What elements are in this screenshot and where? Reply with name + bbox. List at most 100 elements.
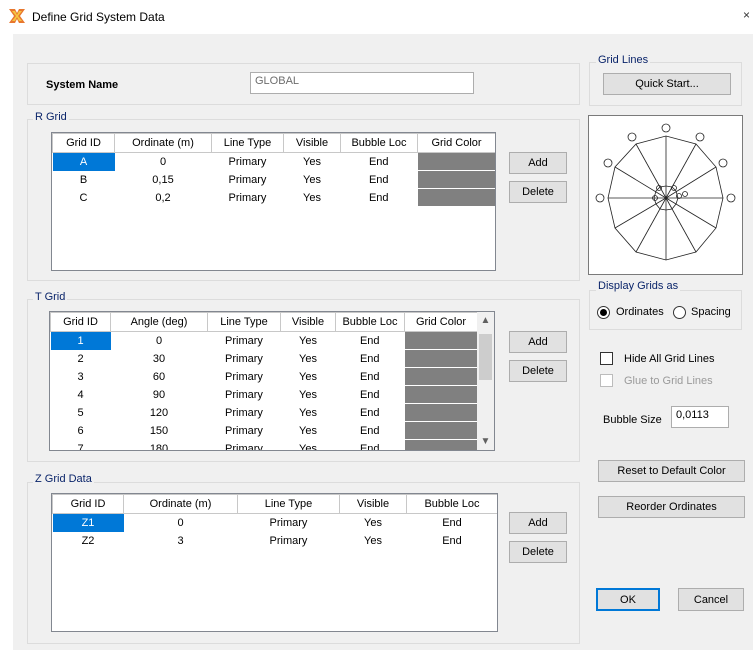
cell-line-type[interactable]: Primary <box>238 532 340 550</box>
table-row[interactable]: Z2 3 Primary Yes End <box>53 532 498 550</box>
col-header[interactable]: Grid ID <box>50 312 111 332</box>
cell-grid-id[interactable]: Z1 <box>52 513 124 532</box>
cell-visible[interactable]: Yes <box>281 368 336 386</box>
cell-line-type[interactable]: Primary <box>208 368 281 386</box>
ordinates-radio[interactable] <box>597 306 610 319</box>
cell-visible[interactable]: Yes <box>281 386 336 404</box>
col-header[interactable]: Bubble Loc <box>340 133 418 153</box>
r-grid-table[interactable]: Grid ID Ordinate (m) Line Type Visible B… <box>51 132 496 271</box>
cell-grid-color[interactable] <box>404 421 478 440</box>
cell-grid-color[interactable] <box>417 188 495 207</box>
bubble-size-field[interactable]: 0,0113 <box>671 406 729 428</box>
cell-grid-color[interactable] <box>404 403 478 422</box>
cell-bubble-loc[interactable]: End <box>336 332 405 350</box>
cell-grid-id[interactable]: 2 <box>51 350 111 368</box>
col-header[interactable]: Bubble Loc <box>406 494 497 514</box>
cell-ordinate[interactable]: 0,2 <box>115 189 212 207</box>
table-row[interactable]: 4 90 Primary Yes End <box>51 385 478 404</box>
col-header[interactable]: Line Type <box>237 494 340 514</box>
cell-bubble-loc[interactable]: End <box>341 171 418 189</box>
cell-grid-color[interactable] <box>404 385 478 404</box>
cell-angle[interactable]: 120 <box>111 404 208 422</box>
col-header[interactable]: Line Type <box>211 133 284 153</box>
cell-grid-color[interactable] <box>404 349 478 368</box>
cell-angle[interactable]: 90 <box>111 386 208 404</box>
table-row[interactable]: C 0,2 Primary Yes End <box>53 188 495 207</box>
cell-bubble-loc[interactable]: End <box>407 514 498 532</box>
cell-angle[interactable]: 60 <box>111 368 208 386</box>
z-grid-delete-button[interactable]: Delete <box>509 541 567 563</box>
hide-all-grid-lines-checkbox[interactable] <box>600 352 613 365</box>
cell-bubble-loc[interactable]: End <box>336 422 405 440</box>
cell-grid-id[interactable]: 4 <box>51 386 111 404</box>
cell-line-type[interactable]: Primary <box>212 153 284 171</box>
cell-angle[interactable]: 0 <box>111 332 208 350</box>
cell-line-type[interactable]: Primary <box>208 350 281 368</box>
cell-bubble-loc[interactable]: End <box>407 532 498 550</box>
cell-grid-color[interactable] <box>404 439 478 450</box>
table-row[interactable]: A 0 Primary Yes End <box>52 152 495 171</box>
cell-grid-id[interactable]: C <box>53 189 115 207</box>
cell-grid-id[interactable]: A <box>52 152 115 171</box>
spacing-radio[interactable] <box>673 306 686 319</box>
cell-grid-color[interactable] <box>417 152 495 171</box>
system-name-field[interactable]: GLOBAL <box>250 72 474 94</box>
cell-bubble-loc[interactable]: End <box>336 350 405 368</box>
cell-visible[interactable]: Yes <box>281 350 336 368</box>
cell-ordinate[interactable]: 0,15 <box>115 171 212 189</box>
quick-start-button[interactable]: Quick Start... <box>603 73 731 95</box>
cell-visible[interactable]: Yes <box>281 404 336 422</box>
col-header[interactable]: Grid ID <box>52 494 124 514</box>
cell-grid-id[interactable]: B <box>53 171 115 189</box>
col-header[interactable]: Ordinate (m) <box>123 494 238 514</box>
table-row[interactable]: Z1 0 Primary Yes End <box>52 513 498 532</box>
reset-default-color-button[interactable]: Reset to Default Color <box>598 460 745 482</box>
col-header[interactable]: Ordinate (m) <box>114 133 212 153</box>
cell-angle[interactable]: 150 <box>111 422 208 440</box>
cell-line-type[interactable]: Primary <box>208 332 281 350</box>
cell-grid-color[interactable] <box>417 170 495 189</box>
table-row[interactable]: 6 150 Primary Yes End <box>51 421 478 440</box>
cell-line-type[interactable]: Primary <box>212 171 284 189</box>
cell-angle[interactable]: 180 <box>111 440 208 451</box>
cell-line-type[interactable]: Primary <box>238 514 340 532</box>
table-row[interactable]: 1 0 Primary Yes End <box>50 331 478 350</box>
cell-visible[interactable]: Yes <box>284 189 341 207</box>
r-grid-delete-button[interactable]: Delete <box>509 181 567 203</box>
cell-grid-id[interactable]: 5 <box>51 404 111 422</box>
cell-ordinate[interactable]: 3 <box>124 532 238 550</box>
col-header[interactable]: Grid ID <box>52 133 115 153</box>
table-row[interactable]: B 0,15 Primary Yes End <box>53 170 495 189</box>
reorder-ordinates-button[interactable]: Reorder Ordinates <box>598 496 745 518</box>
cell-grid-color[interactable] <box>404 331 478 350</box>
z-grid-add-button[interactable]: Add <box>509 512 567 534</box>
cell-line-type[interactable]: Primary <box>208 440 281 451</box>
cell-grid-id[interactable]: 1 <box>50 331 111 350</box>
col-header[interactable]: Grid Color <box>404 312 478 332</box>
cell-line-type[interactable]: Primary <box>212 189 284 207</box>
r-grid-add-button[interactable]: Add <box>509 152 567 174</box>
col-header[interactable]: Visible <box>339 494 407 514</box>
cell-line-type[interactable]: Primary <box>208 422 281 440</box>
col-header[interactable]: Line Type <box>207 312 281 332</box>
table-row[interactable]: 2 30 Primary Yes End <box>51 349 478 368</box>
cell-grid-id[interactable]: 3 <box>51 368 111 386</box>
cell-grid-id[interactable]: Z2 <box>53 532 124 550</box>
scroll-thumb[interactable] <box>479 334 492 380</box>
cell-grid-id[interactable]: 6 <box>51 422 111 440</box>
z-grid-table[interactable]: Grid ID Ordinate (m) Line Type Visible B… <box>51 493 498 632</box>
cell-bubble-loc[interactable]: End <box>336 386 405 404</box>
cell-visible[interactable]: Yes <box>281 332 336 350</box>
t-grid-add-button[interactable]: Add <box>509 331 567 353</box>
col-header[interactable]: Visible <box>280 312 336 332</box>
t-grid-scrollbar[interactable]: ▲ ▼ <box>477 312 494 450</box>
cell-line-type[interactable]: Primary <box>208 404 281 422</box>
cancel-button[interactable]: Cancel <box>678 588 744 611</box>
cell-visible[interactable]: Yes <box>281 440 336 451</box>
close-icon[interactable]: × <box>743 8 750 22</box>
cell-bubble-loc[interactable]: End <box>336 404 405 422</box>
ok-button[interactable]: OK <box>596 588 660 611</box>
col-header[interactable]: Bubble Loc <box>335 312 405 332</box>
table-row[interactable]: 3 60 Primary Yes End <box>51 367 478 386</box>
t-grid-delete-button[interactable]: Delete <box>509 360 567 382</box>
